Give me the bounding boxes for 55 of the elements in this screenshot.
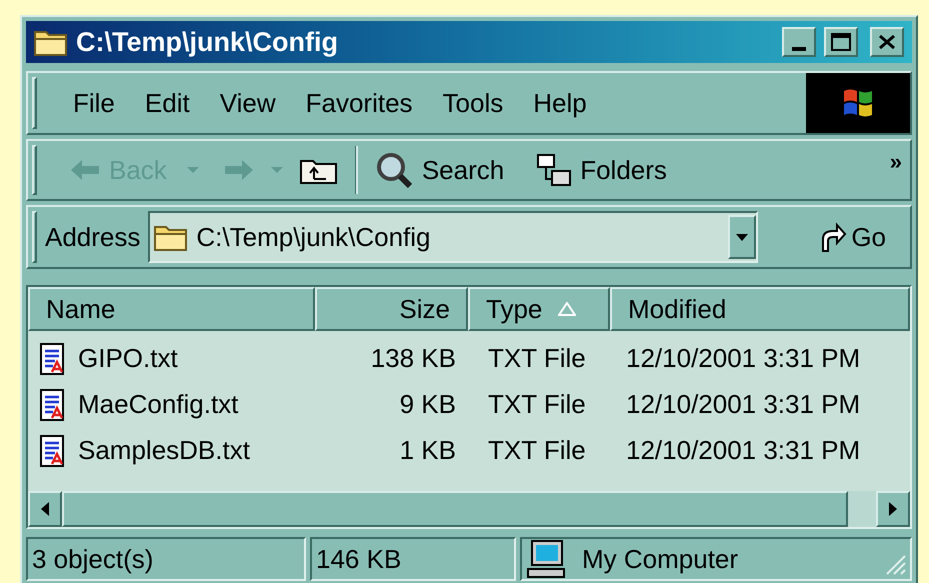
file-name[interactable]: SamplesDB.txt: [78, 430, 250, 470]
scroll-right-button[interactable]: [876, 491, 910, 527]
maximize-button[interactable]: [824, 27, 858, 57]
file-modified: 12/10/2001 3:31 PM: [626, 342, 860, 372]
column-header[interactable]: Modified: [610, 287, 910, 331]
windows-logo-icon: [806, 73, 910, 133]
menu-item[interactable]: Help: [525, 84, 595, 122]
caret-icon: [736, 234, 748, 240]
status-total-size: 146 KB: [310, 537, 516, 581]
right-triangle-icon: [889, 502, 897, 516]
window-title: C:\Temp\junk\Config: [76, 28, 339, 56]
column-header[interactable]: Type: [468, 287, 610, 331]
file-type: TXT File: [488, 434, 586, 464]
text-file-icon: [40, 433, 66, 467]
close-button[interactable]: [870, 27, 904, 57]
menu-item[interactable]: Edit: [136, 84, 198, 122]
more-button[interactable]: »: [890, 145, 902, 178]
file-modified: 12/10/2001 3:31 PM: [626, 434, 860, 464]
file-size: 9 KB: [400, 388, 456, 420]
folders-button[interactable]: Folders: [536, 150, 667, 190]
close-icon: [878, 34, 896, 50]
status-zone: My Computer: [582, 542, 740, 576]
text-file-icon: [40, 387, 66, 421]
scroll-left-button[interactable]: [28, 491, 62, 527]
address-field[interactable]: C:\Temp\junk\Config: [148, 211, 758, 263]
left-arrow-icon: [69, 158, 101, 182]
minimize-icon: [792, 47, 806, 51]
menu-item[interactable]: View: [212, 84, 284, 122]
file-size: 138 KB: [370, 342, 456, 374]
scrollbar-thumb[interactable]: [62, 491, 848, 527]
text-file-icon: [40, 341, 66, 375]
file-modified: 12/10/2001 3:31 PM: [626, 388, 860, 418]
menu-item[interactable]: Tools: [434, 84, 512, 122]
column-header[interactable]: Size: [315, 287, 468, 331]
search-button[interactable]: Search: [374, 150, 504, 190]
file-name[interactable]: MaeConfig.txt: [78, 384, 238, 424]
menu-item[interactable]: File: [65, 84, 123, 122]
folder-icon: [34, 28, 68, 56]
address-label: Address: [45, 220, 140, 254]
file-type: TXT File: [488, 342, 586, 372]
go-button[interactable]: Go: [817, 218, 886, 256]
dropdown-button[interactable]: [728, 215, 756, 259]
status-object-count: 3 object(s): [26, 537, 306, 581]
file-type: TXT File: [488, 388, 586, 418]
column-header[interactable]: Name: [28, 287, 315, 331]
scrollbar-track[interactable]: [848, 491, 876, 527]
minimize-button[interactable]: [782, 27, 816, 57]
file-name[interactable]: GIPO.txt: [78, 338, 178, 378]
folder-icon: [154, 223, 188, 251]
left-triangle-icon: [41, 502, 49, 516]
folders-icon: [536, 153, 572, 187]
menu-item[interactable]: Favorites: [298, 84, 421, 122]
file-size: 1 KB: [400, 434, 456, 466]
maximize-icon: [831, 33, 851, 51]
resize-grip-icon[interactable]: [884, 553, 906, 575]
